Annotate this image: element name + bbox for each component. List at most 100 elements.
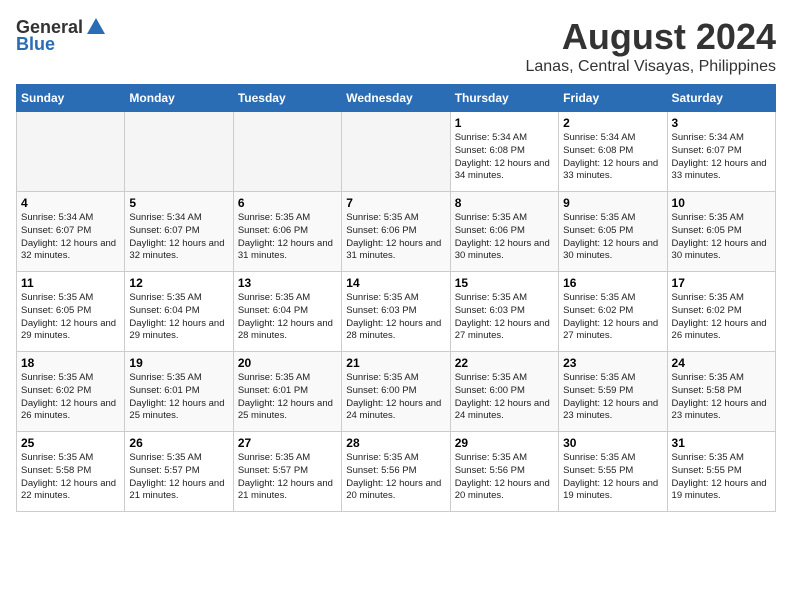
day-info: Sunrise: 5:35 AMSunset: 6:04 PMDaylight:…: [129, 292, 228, 343]
calendar-cell: 11 Sunrise: 5:35 AMSunset: 6:05 PMDaylig…: [17, 272, 125, 352]
day-number: 18: [21, 356, 120, 370]
calendar-cell: 28 Sunrise: 5:35 AMSunset: 5:56 PMDaylig…: [342, 432, 450, 512]
day-number: 6: [238, 196, 337, 210]
calendar-cell: 23 Sunrise: 5:35 AMSunset: 5:59 PMDaylig…: [559, 352, 667, 432]
day-info: Sunrise: 5:35 AMSunset: 6:05 PMDaylight:…: [672, 212, 771, 263]
calendar-cell: 22 Sunrise: 5:35 AMSunset: 6:00 PMDaylig…: [450, 352, 558, 432]
header-saturday: Saturday: [667, 85, 775, 112]
day-info: Sunrise: 5:35 AMSunset: 5:56 PMDaylight:…: [455, 452, 554, 503]
day-number: 9: [563, 196, 662, 210]
day-info: Sunrise: 5:35 AMSunset: 6:03 PMDaylight:…: [346, 292, 445, 343]
calendar-cell: 29 Sunrise: 5:35 AMSunset: 5:56 PMDaylig…: [450, 432, 558, 512]
calendar-cell: 17 Sunrise: 5:35 AMSunset: 6:02 PMDaylig…: [667, 272, 775, 352]
calendar-cell: 9 Sunrise: 5:35 AMSunset: 6:05 PMDayligh…: [559, 192, 667, 272]
logo: General Blue: [16, 16, 107, 55]
calendar-cell: 13 Sunrise: 5:35 AMSunset: 6:04 PMDaylig…: [233, 272, 341, 352]
header: General Blue August 2024 Lanas, Central …: [16, 16, 776, 76]
day-info: Sunrise: 5:35 AMSunset: 5:55 PMDaylight:…: [672, 452, 771, 503]
header-monday: Monday: [125, 85, 233, 112]
calendar-cell: 5 Sunrise: 5:34 AMSunset: 6:07 PMDayligh…: [125, 192, 233, 272]
calendar-cell: 3 Sunrise: 5:34 AMSunset: 6:07 PMDayligh…: [667, 112, 775, 192]
day-number: 28: [346, 436, 445, 450]
calendar-week-2: 11 Sunrise: 5:35 AMSunset: 6:05 PMDaylig…: [17, 272, 776, 352]
header-sunday: Sunday: [17, 85, 125, 112]
day-info: Sunrise: 5:35 AMSunset: 6:03 PMDaylight:…: [455, 292, 554, 343]
day-number: 4: [21, 196, 120, 210]
calendar-cell: 4 Sunrise: 5:34 AMSunset: 6:07 PMDayligh…: [17, 192, 125, 272]
day-info: Sunrise: 5:35 AMSunset: 6:05 PMDaylight:…: [563, 212, 662, 263]
calendar-cell: 15 Sunrise: 5:35 AMSunset: 6:03 PMDaylig…: [450, 272, 558, 352]
day-info: Sunrise: 5:35 AMSunset: 5:57 PMDaylight:…: [129, 452, 228, 503]
day-info: Sunrise: 5:34 AMSunset: 6:07 PMDaylight:…: [21, 212, 120, 263]
calendar-week-0: 1 Sunrise: 5:34 AMSunset: 6:08 PMDayligh…: [17, 112, 776, 192]
day-info: Sunrise: 5:35 AMSunset: 6:02 PMDaylight:…: [672, 292, 771, 343]
day-number: 3: [672, 116, 771, 130]
calendar-cell: 19 Sunrise: 5:35 AMSunset: 6:01 PMDaylig…: [125, 352, 233, 432]
day-info: Sunrise: 5:35 AMSunset: 6:01 PMDaylight:…: [129, 372, 228, 423]
day-number: 5: [129, 196, 228, 210]
day-number: 20: [238, 356, 337, 370]
day-number: 10: [672, 196, 771, 210]
calendar-cell: 12 Sunrise: 5:35 AMSunset: 6:04 PMDaylig…: [125, 272, 233, 352]
day-number: 17: [672, 276, 771, 290]
calendar-cell: [17, 112, 125, 192]
location-title: Lanas, Central Visayas, Philippines: [525, 58, 776, 76]
day-info: Sunrise: 5:35 AMSunset: 5:57 PMDaylight:…: [238, 452, 337, 503]
calendar-cell: 20 Sunrise: 5:35 AMSunset: 6:01 PMDaylig…: [233, 352, 341, 432]
title-area: August 2024 Lanas, Central Visayas, Phil…: [525, 16, 776, 76]
day-info: Sunrise: 5:34 AMSunset: 6:08 PMDaylight:…: [455, 132, 554, 183]
day-info: Sunrise: 5:35 AMSunset: 6:04 PMDaylight:…: [238, 292, 337, 343]
header-wednesday: Wednesday: [342, 85, 450, 112]
logo-blue: Blue: [16, 34, 55, 55]
day-number: 23: [563, 356, 662, 370]
day-info: Sunrise: 5:35 AMSunset: 6:02 PMDaylight:…: [21, 372, 120, 423]
day-number: 31: [672, 436, 771, 450]
day-number: 24: [672, 356, 771, 370]
day-info: Sunrise: 5:34 AMSunset: 6:07 PMDaylight:…: [672, 132, 771, 183]
header-thursday: Thursday: [450, 85, 558, 112]
day-info: Sunrise: 5:35 AMSunset: 5:59 PMDaylight:…: [563, 372, 662, 423]
calendar-cell: [342, 112, 450, 192]
day-info: Sunrise: 5:35 AMSunset: 5:55 PMDaylight:…: [563, 452, 662, 503]
calendar-cell: 25 Sunrise: 5:35 AMSunset: 5:58 PMDaylig…: [17, 432, 125, 512]
day-number: 26: [129, 436, 228, 450]
month-title: August 2024: [525, 16, 776, 58]
calendar-cell: 27 Sunrise: 5:35 AMSunset: 5:57 PMDaylig…: [233, 432, 341, 512]
calendar-cell: 7 Sunrise: 5:35 AMSunset: 6:06 PMDayligh…: [342, 192, 450, 272]
calendar-week-3: 18 Sunrise: 5:35 AMSunset: 6:02 PMDaylig…: [17, 352, 776, 432]
day-info: Sunrise: 5:35 AMSunset: 6:05 PMDaylight:…: [21, 292, 120, 343]
calendar-cell: 18 Sunrise: 5:35 AMSunset: 6:02 PMDaylig…: [17, 352, 125, 432]
day-info: Sunrise: 5:35 AMSunset: 5:58 PMDaylight:…: [672, 372, 771, 423]
calendar-header-row: SundayMondayTuesdayWednesdayThursdayFrid…: [17, 85, 776, 112]
calendar-cell: 21 Sunrise: 5:35 AMSunset: 6:00 PMDaylig…: [342, 352, 450, 432]
calendar-cell: 30 Sunrise: 5:35 AMSunset: 5:55 PMDaylig…: [559, 432, 667, 512]
day-info: Sunrise: 5:35 AMSunset: 6:02 PMDaylight:…: [563, 292, 662, 343]
calendar-cell: 2 Sunrise: 5:34 AMSunset: 6:08 PMDayligh…: [559, 112, 667, 192]
calendar-cell: 24 Sunrise: 5:35 AMSunset: 5:58 PMDaylig…: [667, 352, 775, 432]
calendar-cell: 16 Sunrise: 5:35 AMSunset: 6:02 PMDaylig…: [559, 272, 667, 352]
day-info: Sunrise: 5:34 AMSunset: 6:08 PMDaylight:…: [563, 132, 662, 183]
day-number: 29: [455, 436, 554, 450]
day-number: 2: [563, 116, 662, 130]
calendar-week-1: 4 Sunrise: 5:34 AMSunset: 6:07 PMDayligh…: [17, 192, 776, 272]
calendar-cell: 1 Sunrise: 5:34 AMSunset: 6:08 PMDayligh…: [450, 112, 558, 192]
day-number: 16: [563, 276, 662, 290]
day-number: 22: [455, 356, 554, 370]
calendar-table: SundayMondayTuesdayWednesdayThursdayFrid…: [16, 84, 776, 512]
day-number: 27: [238, 436, 337, 450]
calendar-cell: [125, 112, 233, 192]
calendar-cell: 31 Sunrise: 5:35 AMSunset: 5:55 PMDaylig…: [667, 432, 775, 512]
day-number: 19: [129, 356, 228, 370]
day-info: Sunrise: 5:35 AMSunset: 5:56 PMDaylight:…: [346, 452, 445, 503]
day-info: Sunrise: 5:34 AMSunset: 6:07 PMDaylight:…: [129, 212, 228, 263]
day-info: Sunrise: 5:35 AMSunset: 6:00 PMDaylight:…: [455, 372, 554, 423]
calendar-cell: 8 Sunrise: 5:35 AMSunset: 6:06 PMDayligh…: [450, 192, 558, 272]
day-number: 30: [563, 436, 662, 450]
calendar-cell: [233, 112, 341, 192]
header-tuesday: Tuesday: [233, 85, 341, 112]
calendar-cell: 6 Sunrise: 5:35 AMSunset: 6:06 PMDayligh…: [233, 192, 341, 272]
day-number: 1: [455, 116, 554, 130]
day-number: 12: [129, 276, 228, 290]
day-number: 21: [346, 356, 445, 370]
day-info: Sunrise: 5:35 AMSunset: 6:06 PMDaylight:…: [455, 212, 554, 263]
